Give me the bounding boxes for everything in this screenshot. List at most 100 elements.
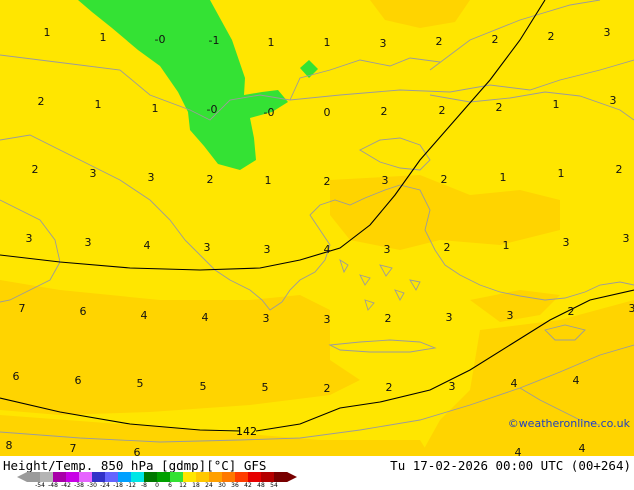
temperature-value: 1 xyxy=(152,102,159,115)
contour-label: 142 xyxy=(236,425,257,438)
scale-tick-label: -54 xyxy=(35,482,45,489)
color-scale-ticks: -54 -48 -42 -38 -30 -24 -18 -12 -8 0 6 12 18 24 30 36 42… xyxy=(0,482,634,490)
temperature-value: -0 xyxy=(264,106,275,119)
temperature-value: 4 xyxy=(511,377,518,390)
scale-swatch xyxy=(53,472,67,482)
scale-tick-label: 36 xyxy=(231,482,239,489)
temperature-value: 4 xyxy=(141,309,148,322)
temperature-value: 3 xyxy=(449,380,456,393)
scale-swatch xyxy=(183,472,197,482)
scale-swatch xyxy=(157,472,171,482)
temperature-value: 7 xyxy=(19,302,26,315)
temperature-value: 3 xyxy=(324,313,331,326)
temperature-value: 5 xyxy=(262,381,269,394)
temperature-value: -1 xyxy=(209,34,220,47)
temperature-value: 4 xyxy=(579,442,586,455)
scale-swatch xyxy=(92,472,106,482)
scale-swatch xyxy=(222,472,236,482)
temperature-value: 2 xyxy=(548,30,555,43)
temperature-value: 2 xyxy=(385,312,392,325)
scale-tick-label: 0 xyxy=(155,482,159,489)
temperature-value: 6 xyxy=(13,370,20,383)
temperature-value: 5 xyxy=(200,380,207,393)
temperature-value: 2 xyxy=(436,35,443,48)
scale-tick-label: 6 xyxy=(168,482,172,489)
temperature-value: 3 xyxy=(446,311,453,324)
scale-tick-label: 12 xyxy=(179,482,187,489)
temperature-value: 3 xyxy=(26,232,33,245)
scale-swatch xyxy=(105,472,119,482)
temperature-value: 2 xyxy=(38,95,45,108)
temperature-value: 5 xyxy=(137,377,144,390)
scale-tick-label: 48 xyxy=(257,482,265,489)
temperature-value: 2 xyxy=(381,105,388,118)
temperature-value: 7 xyxy=(70,442,77,455)
temperature-value: 4 xyxy=(573,374,580,387)
temperature-value: 2 xyxy=(439,104,446,117)
weather-map: 142 1 1 -0 -1 1 1 3 2 2 2 32 1 1 -0 -0 0 2 2 2 1 32 3 3 2 1 2 3 2 1 1… xyxy=(0,0,634,456)
temperature-value: 2 xyxy=(441,173,448,186)
temperature-value: 3 xyxy=(90,167,97,180)
temperature-value: 8 xyxy=(6,439,13,452)
scale-tick-label: 54 xyxy=(270,482,278,489)
temperature-value: 4 xyxy=(202,311,209,324)
map-title: Height/Temp. 850 hPa [gdmp][°C] GFS xyxy=(3,458,267,473)
scale-tick-label: -18 xyxy=(113,482,123,489)
temperature-value: 2 xyxy=(496,101,503,114)
temperature-value: 1 xyxy=(500,171,507,184)
temperature-value: 1 xyxy=(503,239,510,252)
temperature-value: 2 xyxy=(568,305,575,318)
temperature-value: 3 xyxy=(610,94,617,107)
temperature-value: 1 xyxy=(44,26,51,39)
scale-swatch xyxy=(131,472,145,482)
temperature-value: 2 xyxy=(207,173,214,186)
scale-swatch xyxy=(170,472,184,482)
temperature-value: 4 xyxy=(324,243,331,256)
scale-swatch xyxy=(274,472,288,482)
scale-arrow-right xyxy=(287,472,297,482)
scale-tick-label: -24 xyxy=(100,482,110,489)
scale-swatch xyxy=(118,472,132,482)
temperature-value: 1 xyxy=(100,31,107,44)
scale-tick-label: -8 xyxy=(141,482,147,489)
temperature-value: 2 xyxy=(32,163,39,176)
scale-tick-label: -42 xyxy=(61,482,71,489)
temperature-value: 3 xyxy=(148,171,155,184)
temperature-value: 1 xyxy=(95,98,102,111)
valid-time: Tu 17-02-2026 00:00 UTC (00+264) xyxy=(390,458,631,473)
scale-swatch xyxy=(209,472,223,482)
temperature-value: 3 xyxy=(507,309,514,322)
scale-swatch xyxy=(40,472,54,482)
temperature-value: 3 xyxy=(623,232,630,245)
temperature-value: 4 xyxy=(144,239,151,252)
temperature-value: 4 xyxy=(515,446,522,456)
temperature-value: 3 xyxy=(85,236,92,249)
scale-swatch xyxy=(248,472,262,482)
scale-swatch xyxy=(196,472,210,482)
temperature-value: 2 xyxy=(386,381,393,394)
temperature-value: 2 xyxy=(444,241,451,254)
credit-link[interactable]: ©weatheronline.co.uk xyxy=(508,417,630,430)
temperature-value: 1 xyxy=(553,98,560,111)
temperature-value: 3 xyxy=(604,26,611,39)
temperature-value: 6 xyxy=(80,305,87,318)
scale-tick-label: 42 xyxy=(244,482,252,489)
temperature-value: 3 xyxy=(204,241,211,254)
temperature-value: 3 xyxy=(384,243,391,256)
temperature-value: 6 xyxy=(75,374,82,387)
scale-tick-label: 18 xyxy=(192,482,200,489)
scale-swatch xyxy=(66,472,80,482)
scale-swatch xyxy=(27,472,41,482)
temperature-value: 2 xyxy=(324,175,331,188)
temperature-value: 1 xyxy=(558,167,565,180)
temperature-value: 3 xyxy=(629,302,634,315)
temperature-value: 1 xyxy=(265,174,272,187)
scale-swatch xyxy=(261,472,275,482)
temperature-value: 1 xyxy=(268,36,275,49)
scale-tick-label: 30 xyxy=(218,482,226,489)
color-scale-bar xyxy=(17,472,297,482)
scale-tick-label: 24 xyxy=(205,482,213,489)
temperature-value: 2 xyxy=(324,382,331,395)
scale-swatch xyxy=(144,472,158,482)
map-viewer: 142 1 1 -0 -1 1 1 3 2 2 2 3 2 1 1 -0 -0 0 2 2 2 1 3 2 3 3 2 1 2 3 2 1 1… xyxy=(0,0,634,490)
